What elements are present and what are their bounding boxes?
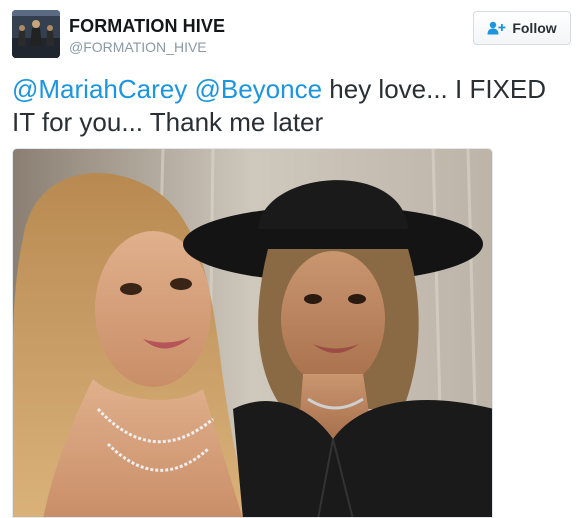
mention-link[interactable]: @MariahCarey: [12, 74, 187, 104]
user-handle[interactable]: @FORMATION_HIVE: [69, 39, 207, 55]
follow-button[interactable]: Follow: [473, 11, 571, 45]
tweet-text: @MariahCarey @Beyonce hey love... I FIXE…: [12, 73, 568, 139]
mention-link[interactable]: @Beyonce: [194, 74, 322, 104]
tweet-photo[interactable]: [12, 148, 493, 518]
avatar-image: [12, 10, 60, 58]
follow-button-label: Follow: [512, 20, 557, 36]
avatar[interactable]: [12, 10, 60, 58]
add-user-icon: [487, 21, 507, 35]
display-name[interactable]: FORMATION HIVE: [69, 16, 225, 37]
selfie-photo-image: [13, 149, 492, 517]
